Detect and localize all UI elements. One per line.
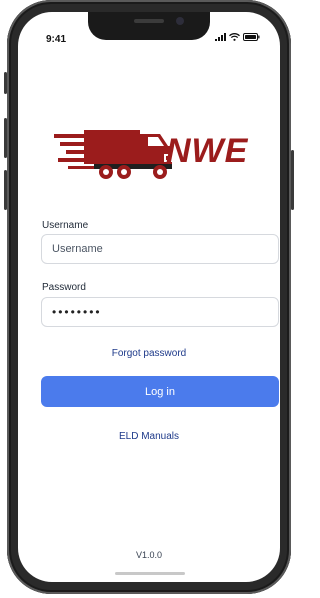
speaker-grille [134, 19, 164, 23]
notch [88, 12, 210, 40]
app-version: V1.0.0 [135, 550, 163, 560]
username-label: Username [42, 220, 89, 231]
mute-switch [4, 72, 7, 94]
password-label: Password [42, 282, 86, 293]
volume-up-button [4, 118, 7, 158]
status-icons [215, 33, 260, 41]
brand-logo-text: NWE [166, 132, 249, 170]
front-camera [176, 17, 184, 25]
wifi-icon [229, 33, 240, 41]
login-button[interactable]: Log in [41, 376, 279, 407]
status-time: 9:41 [46, 34, 67, 45]
username-input[interactable]: Username [41, 234, 279, 264]
home-indicator [115, 572, 185, 575]
forgot-password-link[interactable]: Forgot password [18, 348, 280, 359]
app-screen: 9:41 NWE Username Username Password ••••… [18, 12, 280, 582]
eld-manuals-link[interactable]: ELD Manuals [18, 431, 280, 442]
battery-icon [243, 33, 260, 41]
signal-icon [215, 33, 226, 41]
power-button [291, 150, 294, 210]
volume-down-button [4, 170, 7, 210]
password-input[interactable]: •••••••• [41, 297, 279, 327]
